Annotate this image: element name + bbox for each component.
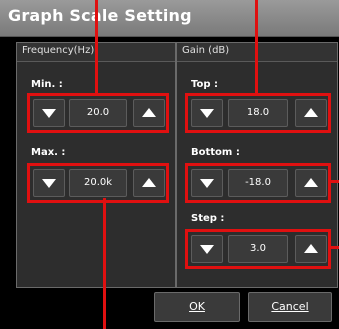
- min-increment-button[interactable]: [133, 99, 165, 127]
- graph-scale-dialog: Graph Scale Setting Frequency(Hz) Min. :…: [0, 0, 339, 329]
- triangle-down-icon: [200, 179, 214, 188]
- callout-line-min: [95, 0, 98, 95]
- bottom-value-field[interactable]: -18.0: [228, 169, 288, 197]
- cancel-button-label: Cancel: [271, 300, 309, 313]
- dialog-title: Graph Scale Setting: [8, 6, 192, 25]
- max-decrement-button[interactable]: [33, 169, 65, 197]
- step-increment-button[interactable]: [295, 235, 327, 263]
- step-spinner: 3.0: [185, 229, 331, 269]
- ok-button[interactable]: OK: [154, 292, 240, 322]
- min-spinner: 20.0: [27, 93, 169, 133]
- triangle-down-icon: [200, 109, 214, 118]
- top-decrement-button[interactable]: [191, 99, 223, 127]
- gain-group-title: Gain (dB): [182, 45, 230, 56]
- triangle-up-icon: [304, 244, 318, 253]
- ok-button-label: OK: [189, 300, 205, 313]
- callout-line-top: [255, 0, 258, 95]
- max-label: Max. :: [31, 147, 66, 158]
- bottom-label: Bottom :: [191, 147, 240, 158]
- top-value-field[interactable]: 18.0: [228, 99, 288, 127]
- triangle-up-icon: [304, 108, 318, 117]
- top-label: Top :: [191, 79, 219, 90]
- triangle-down-icon: [42, 109, 56, 118]
- callout-line-max: [103, 198, 106, 329]
- triangle-up-icon: [304, 178, 318, 187]
- title-bar: Graph Scale Setting: [0, 0, 339, 37]
- min-decrement-button[interactable]: [33, 99, 65, 127]
- frequency-group-title: Frequency(Hz): [22, 45, 95, 56]
- bottom-increment-button[interactable]: [295, 169, 327, 197]
- top-spinner: 18.0: [185, 93, 331, 133]
- step-label: Step :: [191, 213, 225, 224]
- triangle-up-icon: [142, 178, 156, 187]
- triangle-up-icon: [142, 108, 156, 117]
- callout-line-step: [330, 246, 339, 249]
- cancel-button[interactable]: Cancel: [248, 292, 332, 322]
- bottom-decrement-button[interactable]: [191, 169, 223, 197]
- top-increment-button[interactable]: [295, 99, 327, 127]
- triangle-down-icon: [42, 179, 56, 188]
- bottom-spinner: -18.0: [185, 163, 331, 203]
- step-decrement-button[interactable]: [191, 235, 223, 263]
- callout-line-bottom: [330, 180, 339, 183]
- min-value-field[interactable]: 20.0: [69, 99, 127, 127]
- triangle-down-icon: [200, 245, 214, 254]
- max-increment-button[interactable]: [133, 169, 165, 197]
- max-spinner: 20.0k: [27, 163, 169, 203]
- min-label: Min. :: [31, 79, 63, 90]
- step-value-field[interactable]: 3.0: [228, 235, 288, 263]
- max-value-field[interactable]: 20.0k: [69, 169, 127, 197]
